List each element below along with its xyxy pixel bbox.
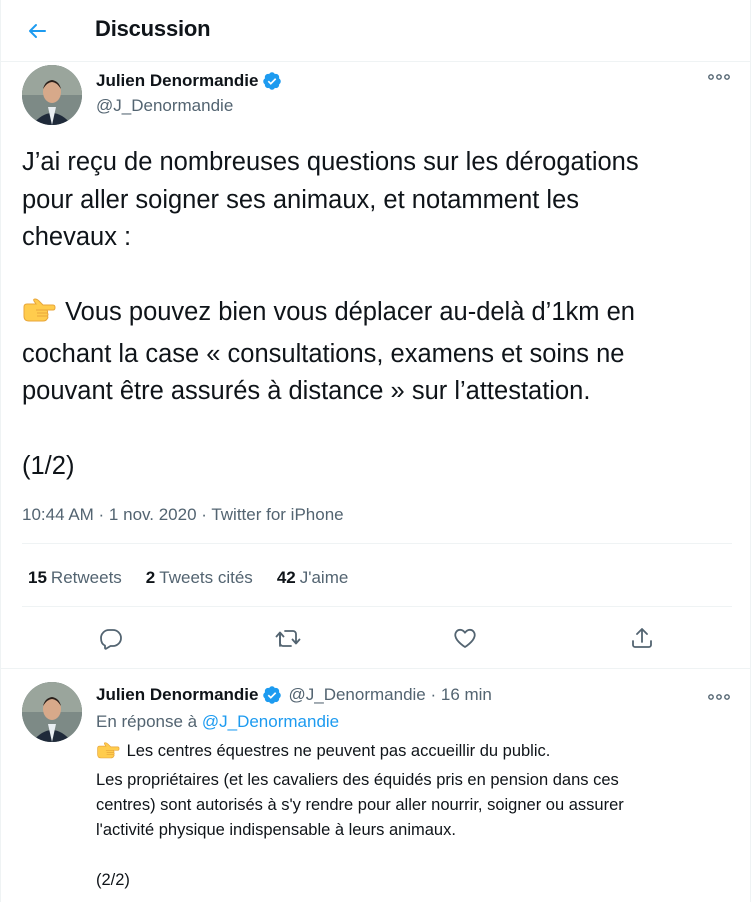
tweet-paragraph-3: (1/2) <box>22 452 75 480</box>
avatar-image <box>22 65 82 125</box>
in-reply-to: En réponse à @J_Denormandie <box>96 712 339 732</box>
heart-icon <box>454 628 476 648</box>
tweet-paragraph-1: J’ai reçu de nombreuses questions sur le… <box>22 148 639 251</box>
reply-button[interactable] <box>91 618 131 658</box>
likes-count: 42 <box>276 568 296 587</box>
tweet-text: J’ai reçu de nombreuses questions sur le… <box>22 144 732 486</box>
share-icon <box>632 628 652 648</box>
divider <box>22 543 732 544</box>
reply-text: Les centres équestres ne peuvent pas acc… <box>96 739 736 893</box>
quotes-stat[interactable]: 2 Tweets cités <box>146 568 253 588</box>
more-options-icon <box>708 694 730 700</box>
share-button[interactable] <box>622 618 662 658</box>
backhand-index-pointing-right-icon <box>22 298 56 336</box>
quotes-label: Tweets cités <box>159 568 253 587</box>
more-options-button[interactable] <box>708 70 730 84</box>
verified-badge-icon <box>262 685 282 705</box>
quotes-count: 2 <box>145 568 156 587</box>
in-reply-handle-link[interactable]: @J_Denormandie <box>202 712 339 731</box>
verified-badge-icon <box>263 72 282 90</box>
reply-header: Julien Denormandie @J_Denormandie · 16 m… <box>96 685 492 705</box>
author-name[interactable]: Julien Denormandie <box>96 71 282 91</box>
tweet-paragraph-2: Vous pouvez bien vous déplacer au-delà d… <box>22 298 635 405</box>
page-header: Discussion <box>1 0 750 62</box>
tweet-actions-bar <box>1 618 750 658</box>
reply-footer: (2/2) <box>96 871 130 889</box>
main-tweet: Julien Denormandie @J_Denormandie J’ai r… <box>1 62 750 669</box>
arrow-left-icon <box>29 24 46 38</box>
divider <box>22 606 732 607</box>
retweets-label: Retweets <box>50 568 122 587</box>
in-reply-prefix: En réponse à <box>96 712 202 731</box>
handle-and-time[interactable]: @J_Denormandie · 16 min <box>288 685 491 705</box>
reply-line-1: Les centres équestres ne peuvent pas acc… <box>122 742 551 760</box>
likes-stat[interactable]: 42 J'aime <box>277 568 349 588</box>
tweet-stats: 15 Retweets 2 Tweets cités 42 J'aime <box>28 568 348 588</box>
avatar-image <box>22 682 82 742</box>
back-button[interactable] <box>17 11 57 51</box>
retweets-stat[interactable]: 15 Retweets <box>28 568 122 588</box>
reply-tweet[interactable]: Julien Denormandie @J_Denormandie · 16 m… <box>1 670 750 902</box>
retweet-button[interactable] <box>268 618 308 658</box>
likes-label: J'aime <box>299 568 349 587</box>
retweet-icon <box>275 630 301 647</box>
tweet-detail-page: Discussion Julien Denormandie @J_Denorma… <box>0 0 751 902</box>
reply-icon <box>100 629 122 650</box>
tweet-timestamp[interactable]: 10:44 AM · 1 nov. 2020 · Twitter for iPh… <box>22 505 344 525</box>
more-options-icon <box>708 74 730 80</box>
retweets-count: 15 <box>28 568 47 587</box>
page-title: Discussion <box>95 16 211 41</box>
reply-body-rest: Les propriétaires (et les cavaliers des … <box>96 771 624 839</box>
author-name[interactable]: Julien Denormandie <box>96 685 258 705</box>
avatar[interactable] <box>22 65 82 125</box>
author-name-text: Julien Denormandie <box>96 71 259 90</box>
author-handle[interactable]: @J_Denormandie <box>96 96 233 116</box>
backhand-index-pointing-right-icon <box>96 742 120 768</box>
more-options-button[interactable] <box>708 690 730 704</box>
like-button[interactable] <box>445 618 485 658</box>
avatar[interactable] <box>22 682 82 742</box>
